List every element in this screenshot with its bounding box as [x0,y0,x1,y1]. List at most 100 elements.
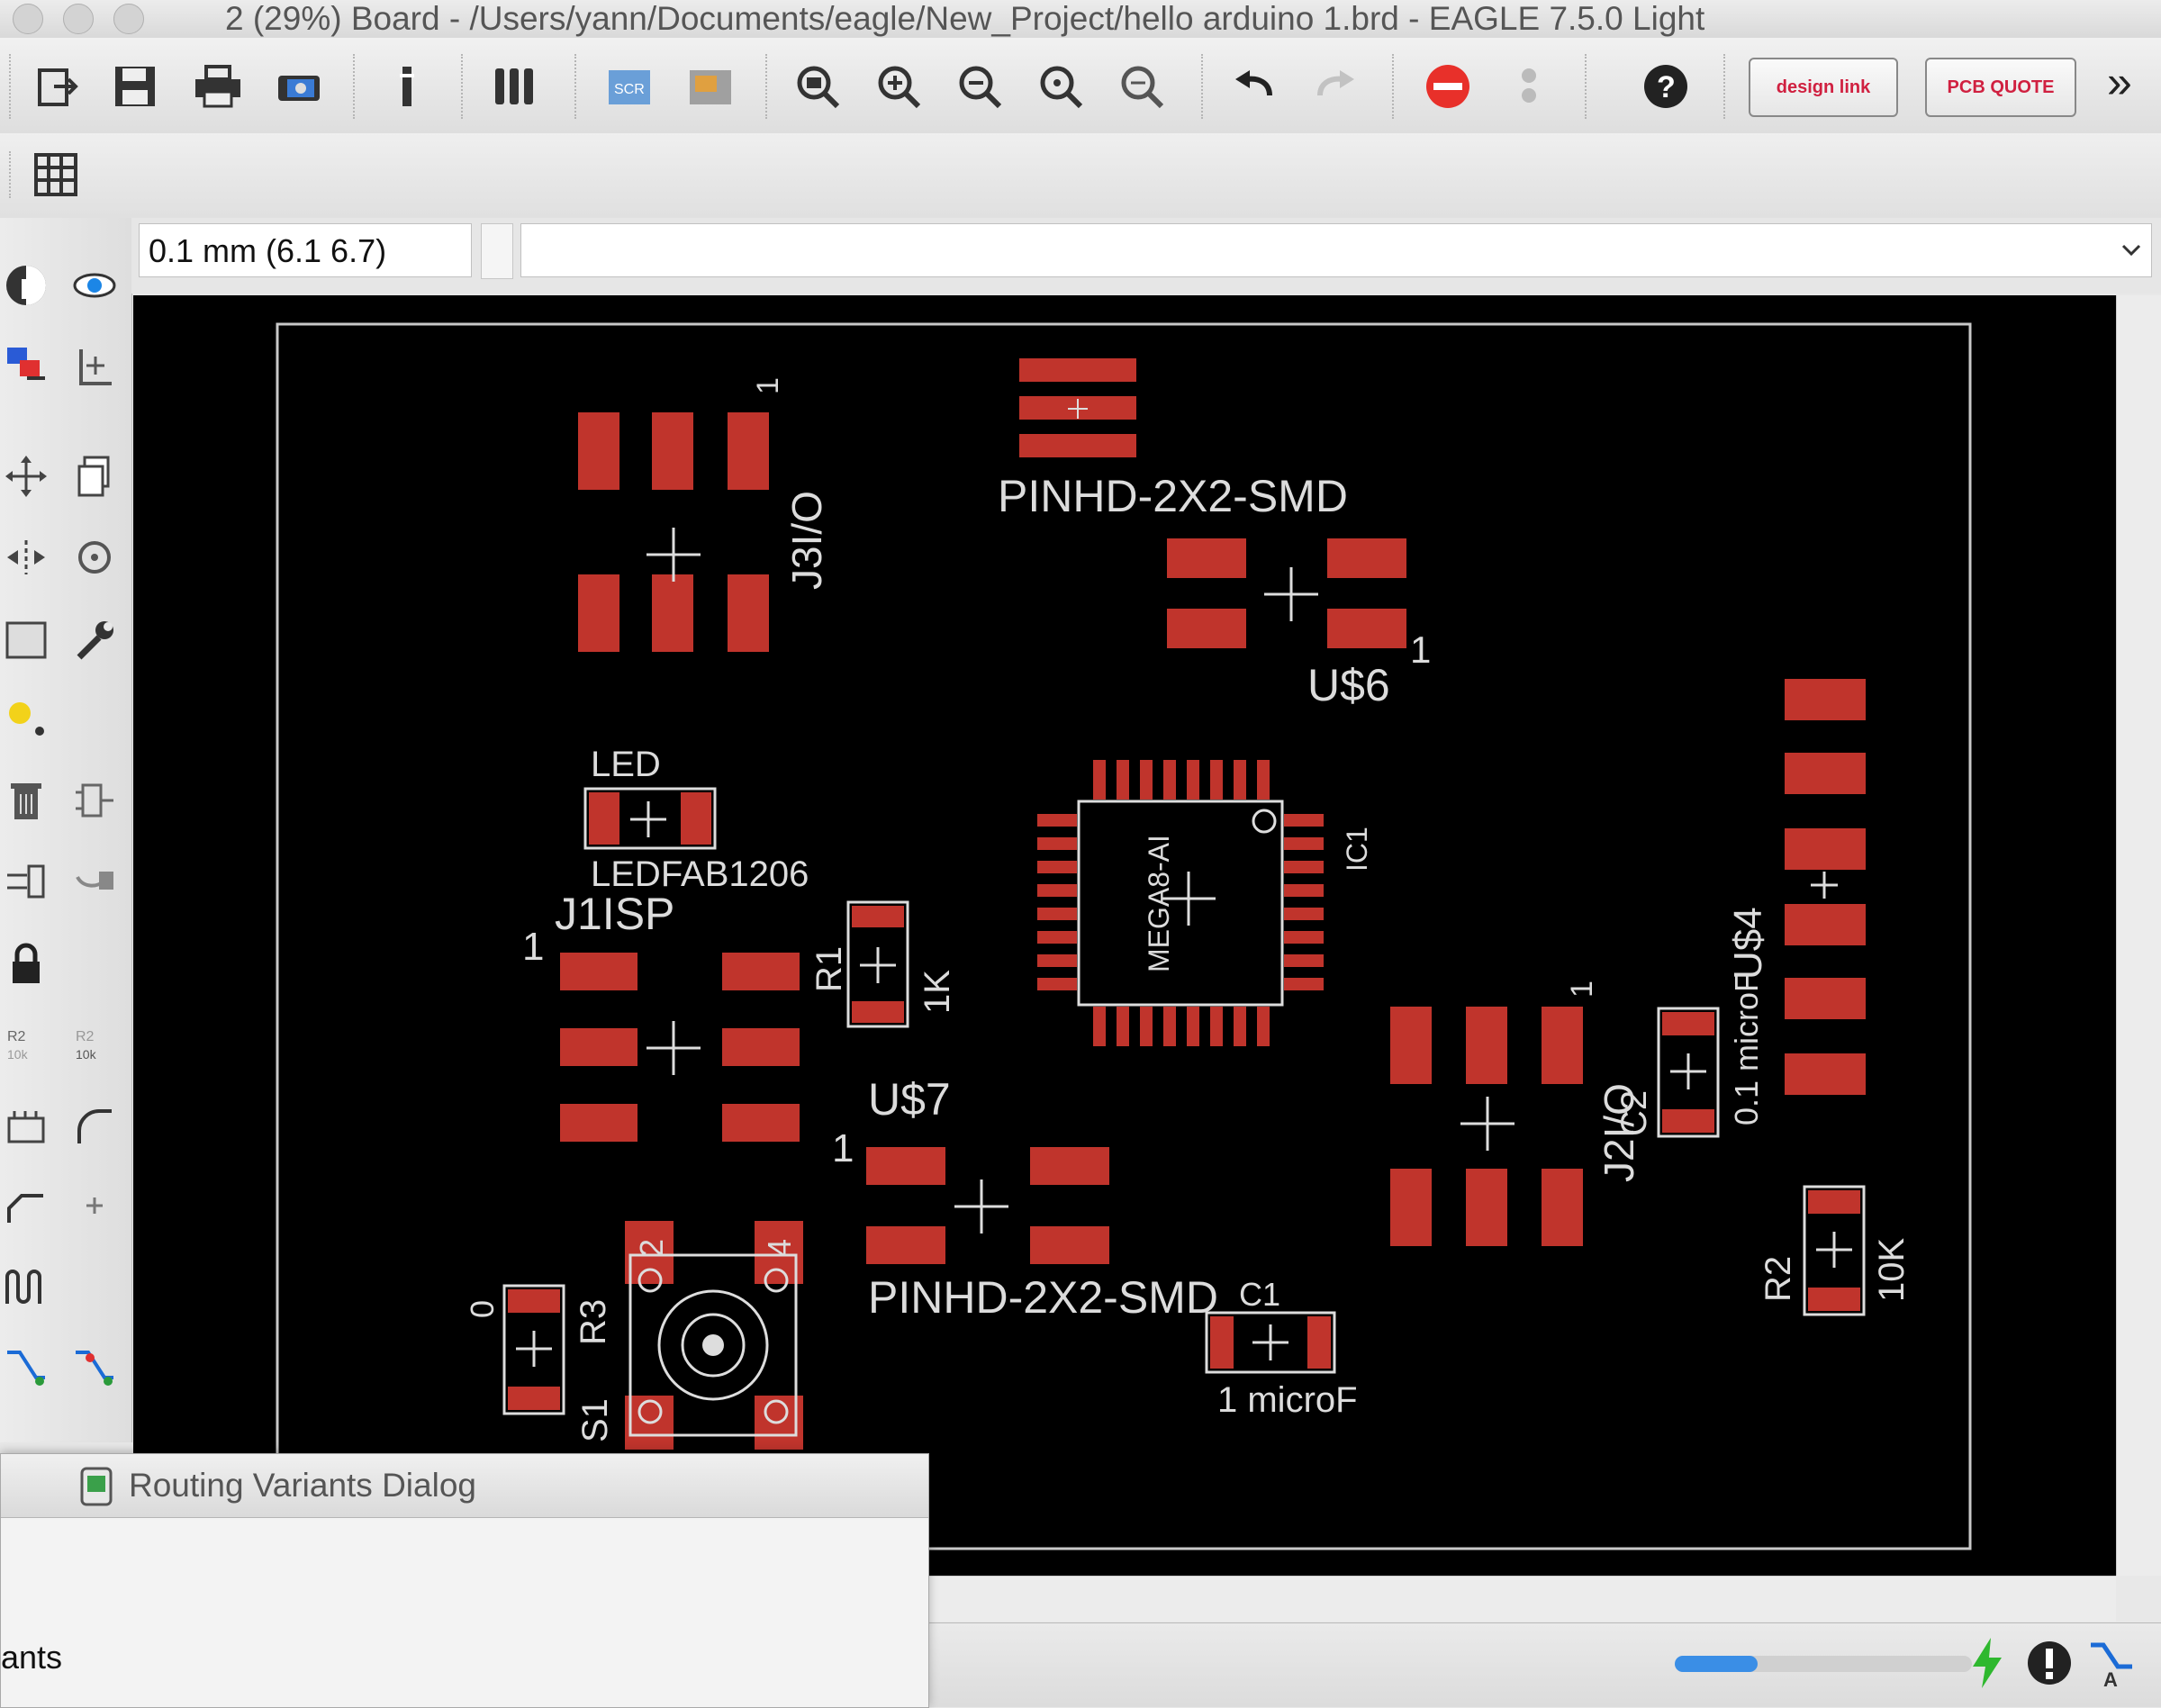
command-line-input[interactable] [520,223,2152,277]
grid-icon[interactable] [29,148,83,202]
zoom-fit-icon[interactable] [792,59,846,113]
label-r1-value: 1K [918,970,957,1014]
cam-icon[interactable] [272,59,326,113]
part-r2: R2 10K [1759,1185,1912,1316]
board-drawing: J3I/O 1 PINHD-2X2-SMD U$6 1 LED LEDFAB12… [276,322,1972,1550]
stop-icon[interactable] [1421,59,1475,113]
ic-pin [1187,760,1199,800]
label-r2-value: 10K [1872,1238,1912,1302]
add-icon[interactable] [68,774,121,827]
ic-pin [1187,1007,1199,1046]
undo-icon[interactable] [1228,59,1282,113]
minimize-window-button[interactable] [63,4,94,34]
split-icon[interactable] [0,1179,52,1232]
value-icon[interactable]: R2 10k [68,1017,121,1070]
paste-icon[interactable] [0,693,52,746]
open-icon[interactable] [31,59,85,113]
optimize-icon[interactable] [68,1179,121,1232]
svg-text:10k: 10k [7,1047,29,1062]
script-icon[interactable] [380,59,434,113]
show-eye-icon[interactable] [68,259,121,312]
help-icon[interactable]: ? [1639,59,1693,113]
dialog-titlebar[interactable]: Routing Variants Dialog [1,1454,928,1518]
ic-pin [1284,814,1324,827]
label-led: LED [591,745,661,784]
close-window-button[interactable] [13,4,43,34]
ic-pin [1037,908,1077,920]
autorouter-icon[interactable]: A [2087,1638,2138,1693]
move-icon[interactable] [0,450,52,502]
design-link-label: design link [1776,77,1871,97]
vertical-scrollbar[interactable] [2116,295,2161,1576]
toolbar-grip [9,151,11,198]
toolbar-separator [1585,54,1587,119]
ic-pin [1037,837,1077,850]
save-icon[interactable] [108,59,162,113]
pcb-quote-button[interactable]: PCB QUOTE [1925,58,2076,117]
ulp-icon[interactable] [684,59,738,113]
rotate-icon[interactable] [68,531,121,583]
label-s1-pin4: 4 [761,1239,798,1257]
info-icon[interactable] [0,259,52,312]
print-icon[interactable] [191,59,245,113]
design-link-button[interactable]: design link [1749,58,1898,117]
route-icon[interactable] [0,1342,52,1394]
scr-icon[interactable]: SCR [603,59,657,113]
label-s1-pin2: 2 [633,1239,670,1257]
display-layers-icon[interactable] [0,340,52,393]
part-us6: U$6 1 [1167,538,1431,710]
command-toolbox: R2 10k R2 10k [0,218,132,1442]
lightning-icon[interactable] [1967,1636,2007,1694]
layer-icon[interactable] [490,59,544,113]
command-menu-button[interactable] [481,223,513,279]
label-s1: S1 [575,1398,615,1442]
window-titlebar: 2 (29%) Board - /Users/yann/Documents/ea… [0,0,2161,39]
board-canvas[interactable]: J3I/O 1 PINHD-2X2-SMD U$6 1 LED LEDFAB12… [133,295,2116,1576]
ic-pin [1037,931,1077,944]
ic-pin [1284,908,1324,920]
label-us7: U$7 [868,1074,951,1125]
change-wrench-icon[interactable] [68,614,121,666]
horizontal-scrollbar[interactable] [927,1576,2116,1622]
label-us7-pin: 1 [832,1126,854,1170]
label-pinhd-top: PINHD-2X2-SMD [998,471,1348,521]
label-us6-pin: 1 [1410,628,1431,671]
zoom-out-icon[interactable] [954,59,1008,113]
name-icon[interactable]: R2 10k [0,1017,52,1070]
ic-pin [1210,760,1223,800]
miter-icon[interactable] [68,1100,121,1152]
dialog-variants-label: ants [1,1639,63,1676]
part-led: LED LEDFAB1206 [583,745,809,894]
smash-icon[interactable] [0,1100,52,1152]
ripup-icon[interactable] [68,1342,121,1394]
label-r3-value: 0 [464,1300,501,1318]
replace-icon[interactable] [68,855,121,908]
ic-pin [1284,861,1324,873]
zoom-select-icon[interactable] [1035,59,1090,113]
label-r3: R3 [574,1299,613,1345]
meander-icon[interactable] [0,1261,52,1313]
delete-icon[interactable] [0,774,52,827]
toolbar-overflow-button[interactable]: » [2107,56,2132,108]
chevron-down-icon[interactable] [2113,224,2149,276]
go-icon[interactable] [1502,59,1556,113]
copy-icon[interactable] [68,450,121,502]
ic-pin [1117,760,1129,800]
svg-text:A: A [2103,1668,2118,1688]
zoom-window-button[interactable] [113,4,144,34]
zoom-redraw-icon[interactable] [1117,59,1171,113]
label-c1: C1 [1239,1276,1280,1313]
progress-fill [1675,1656,1759,1672]
redo-icon[interactable] [1309,59,1363,113]
ic-pin [1284,837,1324,850]
warning-icon[interactable] [2026,1640,2073,1691]
lock-icon[interactable] [0,938,52,990]
label-j1isp: J1ISP [555,889,674,939]
mark-icon[interactable] [68,340,121,393]
pinswap-icon[interactable] [0,855,52,908]
zoom-in-icon[interactable] [873,59,927,113]
group-icon[interactable] [0,614,52,666]
svg-text:SCR: SCR [614,82,645,97]
mirror-icon[interactable] [0,531,52,583]
parameter-toolbar [0,133,2161,219]
